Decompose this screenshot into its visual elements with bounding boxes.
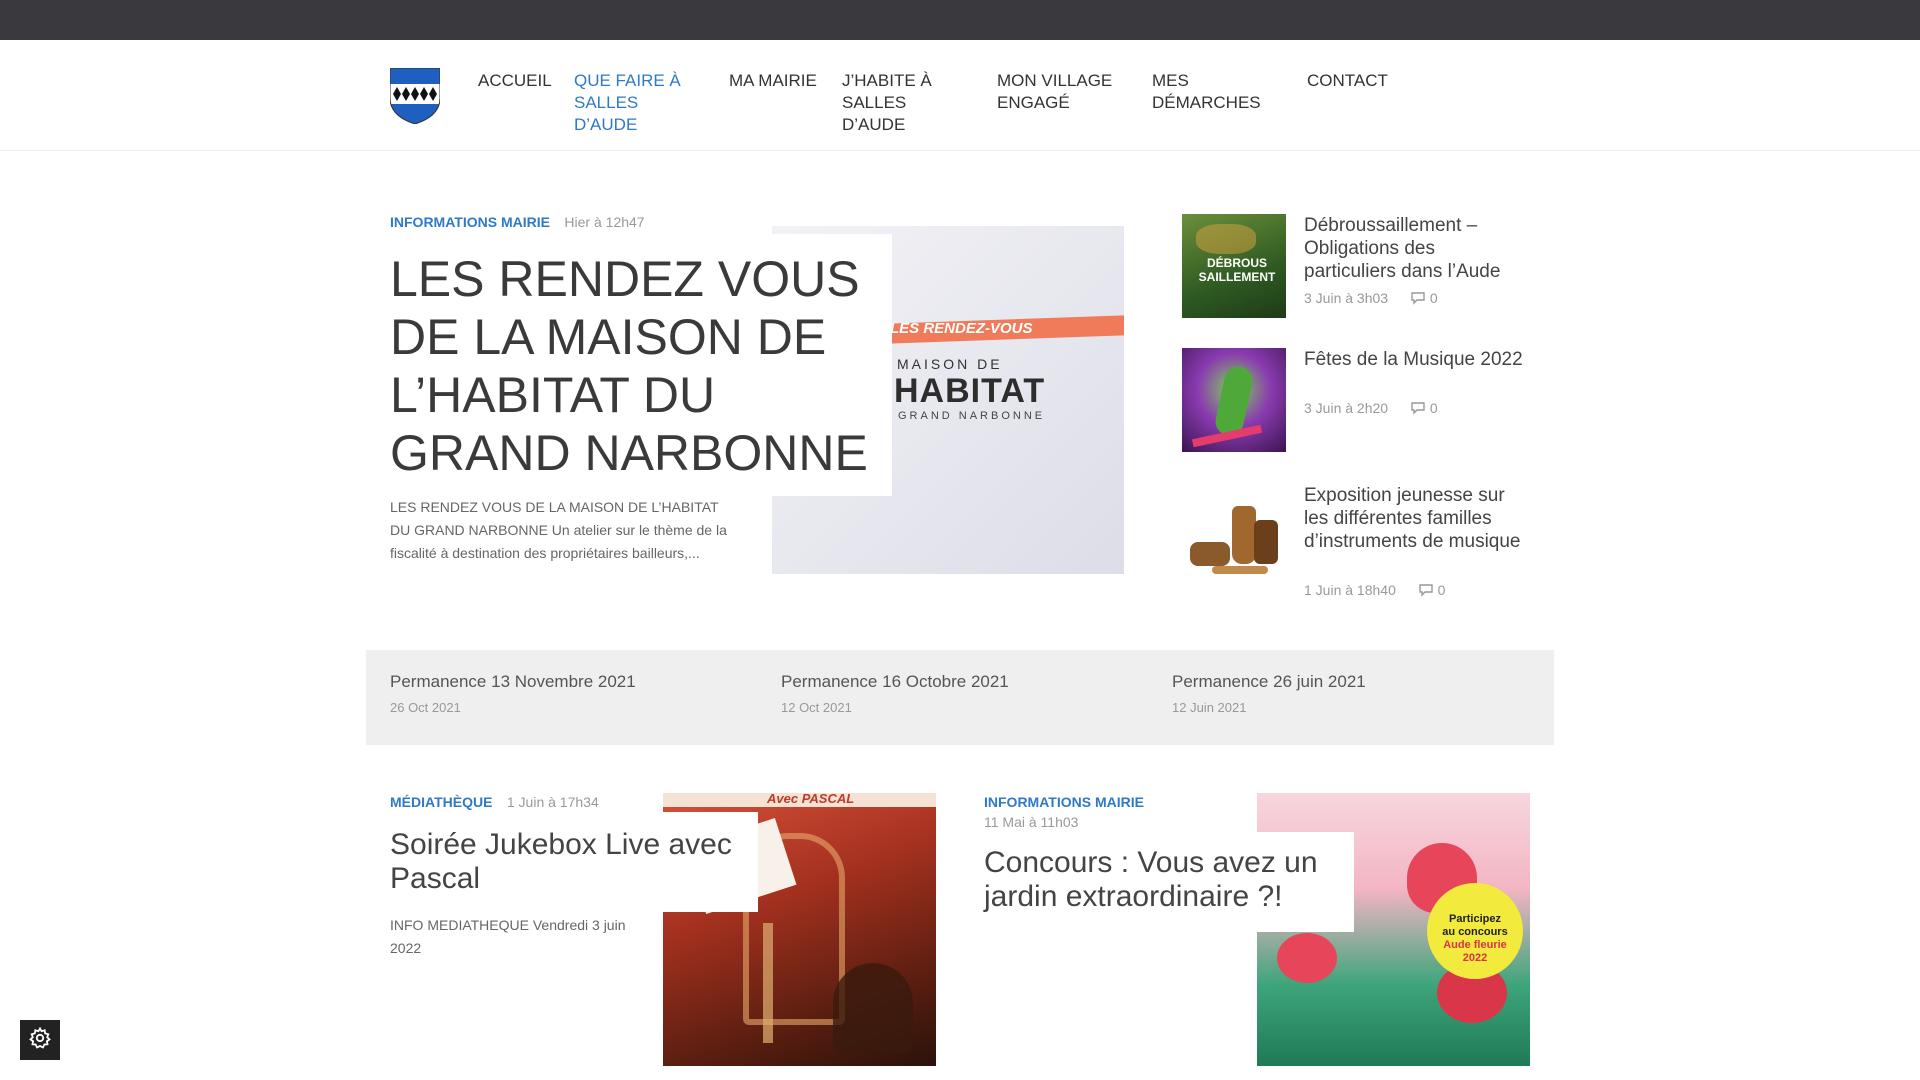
featured-excerpt: LES RENDEZ VOUS DE LA MAISON DE L’HABITA… [390,499,727,561]
bottom-post-category[interactable]: MÉDIATHÈQUE [390,794,492,810]
strip-item-title[interactable]: Permanence 16 Octobre 2021 [781,672,1009,692]
featured-category[interactable]: INFORMATIONS MAIRIE [390,214,550,230]
side-post-meta: 1 Juin à 18h40 0 [1304,582,1445,600]
side-post-meta: 3 Juin à 2h20 0 [1304,400,1438,418]
cookie-settings-button[interactable] [20,1020,60,1060]
strip-item[interactable]: Permanence 13 Novembre 2021 26 Oct 2021 [390,672,636,715]
side-post-date: 3 Juin à 2h20 [1304,400,1389,416]
site-header: ACCUEIL QUE FAIRE À SALLES D’AUDE MA MAI… [0,40,1920,151]
nav-contact[interactable]: CONTACT [1307,70,1407,92]
bottom-post-time: 1 Juin à 17h34 [506,794,599,810]
comment-icon [1410,291,1426,308]
bottom-post-image-text: Avec PASCAL [767,793,855,806]
side-post-comment-count: 0 [1429,400,1438,416]
side-post[interactable]: DÉBROUS SAILLEMENT Débroussaillement – O… [1182,214,1522,324]
bottom-post-meta: MÉDIATHÈQUE 1 Juin à 17h34 [390,794,599,812]
side-post[interactable]: Exposition jeunesse sur les différentes … [1182,484,1522,604]
nav-accueil[interactable]: ACCUEIL [478,70,568,92]
nav-mon-village[interactable]: MON VILLAGE ENGAGÉ [997,70,1127,114]
permanence-strip: Permanence 13 Novembre 2021 26 Oct 2021 … [366,650,1554,745]
side-post-thumbnail-text: DÉBROUS SAILLEMENT [1198,256,1276,284]
side-post-thumbnail[interactable] [1182,484,1286,588]
bottom-post-title[interactable]: Soirée Jukebox Live avec Pascal [390,828,750,896]
strip-item-date: 12 Juin 2021 [1172,700,1247,715]
comment-icon [1410,401,1426,418]
side-post-date: 3 Juin à 3h03 [1304,290,1389,306]
strip-item-title[interactable]: Permanence 13 Novembre 2021 [390,672,636,692]
strip-item[interactable]: Permanence 26 juin 2021 12 Juin 2021 [1172,672,1366,715]
comment-icon [1418,583,1434,600]
nav-que-faire[interactable]: QUE FAIRE À SALLES D’AUDE [574,70,704,136]
featured-title[interactable]: LES RENDEZ VOUS DE LA MAISON DE L’HABITA… [390,250,890,482]
gear-icon [28,1026,52,1055]
nav-mes-demarches[interactable]: MES DÉMARCHES [1152,70,1262,114]
bottom-post-time: 11 Mai à 11h03 [984,814,1079,830]
strip-item[interactable]: Permanence 16 Octobre 2021 12 Oct 2021 [781,672,1009,715]
bottom-post-title[interactable]: Concours : Vous avez un jardin extraordi… [984,846,1344,914]
side-post-title[interactable]: Fêtes de la Musique 2022 [1304,348,1524,371]
side-post-comment-count: 0 [1437,582,1446,598]
side-post-title[interactable]: Exposition jeunesse sur les différentes … [1304,484,1524,553]
side-post-thumbnail[interactable] [1182,348,1286,452]
bottom-post-image-line4: 2022 [1462,952,1488,964]
side-post-meta: 3 Juin à 3h03 0 [1304,290,1438,308]
top-bar [0,0,1920,40]
strip-item-title[interactable]: Permanence 26 juin 2021 [1172,672,1366,692]
bottom-post-image-line2: au concours [1442,926,1508,938]
bottom-post-excerpt: INFO MEDIATHEQUE Vendredi 3 juin 2022 [390,917,626,956]
side-post-title[interactable]: Débroussaillement – Obligations des part… [1304,214,1524,283]
bottom-post-image-line1: Participez [1449,913,1501,925]
featured-image-line2: HABITAT [894,372,1046,410]
bottom-post-category[interactable]: INFORMATIONS MAIRIE [984,794,1284,810]
coat-of-arms-logo[interactable] [389,67,441,125]
side-post[interactable]: Fêtes de la Musique 2022 3 Juin à 2h20 0 [1182,348,1524,458]
strip-item-date: 12 Oct 2021 [781,700,852,715]
strip-item-date: 26 Oct 2021 [390,700,461,715]
nav-ma-mairie[interactable]: MA MAIRIE [729,70,839,92]
featured-image-line1: MAISON DE [897,356,1003,372]
bottom-post-meta: INFORMATIONS MAIRIE 11 Mai à 11h03 [984,794,1284,830]
featured-time: Hier à 12h47 [564,214,645,230]
bottom-post-image-line3: Aude fleurie [1443,939,1507,951]
side-post-date: 1 Juin à 18h40 [1304,582,1396,598]
nav-j-habite[interactable]: J’HABITE À SALLES D’AUDE [842,70,972,136]
side-post-comment-count: 0 [1429,290,1438,306]
featured-image-banner: LES RENDEZ-VOUS [890,320,1033,337]
featured-image-line3: GRAND NARBONNE [898,410,1046,422]
side-post-thumbnail[interactable]: DÉBROUS SAILLEMENT [1182,214,1286,318]
featured-meta: INFORMATIONS MAIRIE Hier à 12h47 [390,214,645,232]
